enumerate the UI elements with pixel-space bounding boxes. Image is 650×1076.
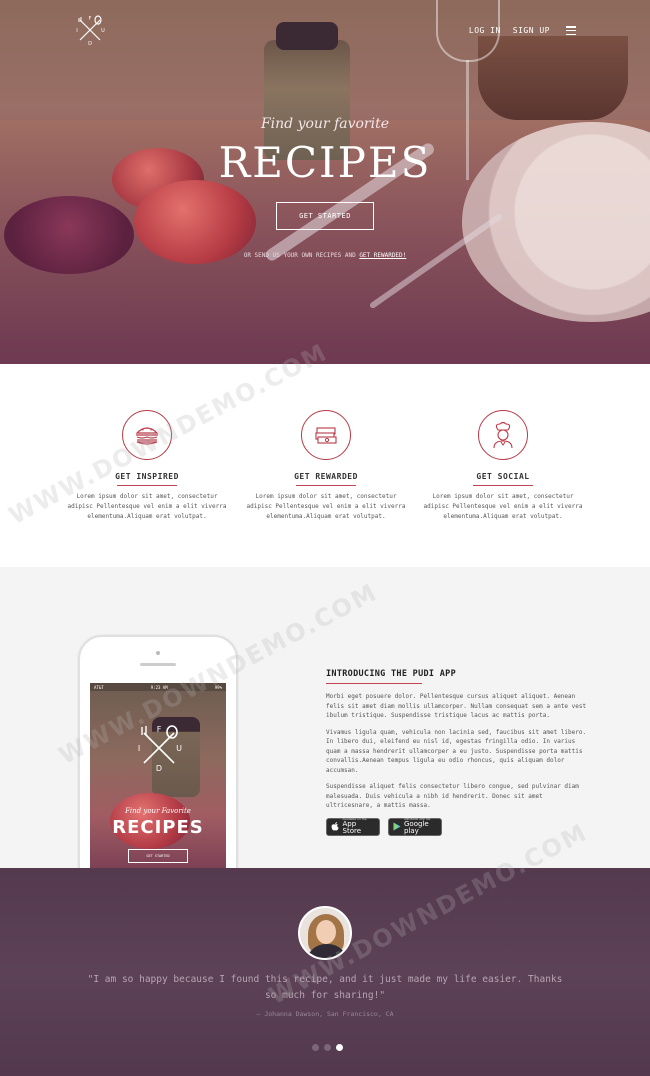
app-store-label: App Store [342, 820, 362, 835]
feature-underline [296, 485, 356, 486]
carousel-dot-1[interactable] [312, 1044, 319, 1051]
app-heading-underline [326, 683, 422, 684]
get-started-button[interactable]: GET STARTED [276, 202, 374, 230]
money-stack-icon [301, 410, 351, 460]
svg-text:F: F [157, 725, 162, 734]
svg-text:F: F [89, 16, 92, 22]
feature-title: GET INSPIRED [115, 472, 179, 481]
carousel-dot-3[interactable] [336, 1044, 343, 1051]
phone-speaker [140, 663, 176, 666]
svg-text:U: U [176, 744, 182, 753]
svg-text:I: I [138, 744, 140, 753]
site-logo[interactable]: F I U D [74, 14, 106, 46]
feature-title: GET REWARDED [294, 472, 358, 481]
phone-carrier: AT&T [94, 685, 104, 690]
hero-title: RECIPES [218, 138, 432, 187]
avatar [298, 906, 352, 960]
svg-text:D: D [156, 764, 162, 773]
google-play-label: Google play [404, 820, 429, 835]
phone-time: 9:23 AM [150, 685, 168, 690]
svg-text:U: U [101, 28, 105, 34]
hero-subtitle: Find your favorite [260, 116, 390, 132]
app-heading: INTRODUCING THE PUDI APP [326, 669, 457, 679]
google-play-icon [393, 822, 401, 831]
phone-mockup: AT&T 9:23 AM 99% F I U D Find your Favor… [78, 635, 238, 868]
store-badges: Available on the App Store ANDROID APP O… [326, 817, 590, 836]
hamburger-icon[interactable] [566, 26, 576, 35]
app-section: AT&T 9:23 AM 99% F I U D Find your Favor… [0, 567, 650, 868]
svg-text:D: D [88, 41, 92, 46]
phone-screen: AT&T 9:23 AM 99% F I U D Find your Favor… [90, 683, 226, 868]
top-navigation: LOG IN SIGN UP [469, 26, 576, 35]
app-paragraph: Morbi eget posuere dolor. Pellentesque c… [326, 693, 587, 719]
feature-text: Lorem ipsum dolor sit amet, consectetur … [67, 493, 227, 520]
hero-note-text: OR SEND US YOUR OWN RECIPES AND [243, 252, 360, 259]
feature-get-inspired: GET INSPIRED Lorem ipsum dolor sit amet,… [67, 410, 227, 522]
hero-note: OR SEND US YOUR OWN RECIPES AND GET REWA… [0, 252, 650, 259]
hero-jar-lid-image [276, 22, 338, 50]
phone-battery: 99% [214, 685, 222, 690]
hero-onion-image [4, 196, 134, 274]
hero-bowl-image [478, 36, 628, 120]
feature-title: GET SOCIAL [476, 472, 530, 481]
google-play-badge[interactable]: ANDROID APP ON Google play [388, 817, 442, 836]
phone-status-bar: AT&T 9:23 AM 99% [90, 683, 226, 691]
feature-text: Lorem ipsum dolor sit amet, consectetur … [246, 493, 406, 520]
testimonial-author: — Johanna Dawson, San Francisco, CA [256, 1010, 394, 1018]
phone-title: RECIPES [112, 817, 204, 838]
features-section: GET INSPIRED Lorem ipsum dolor sit amet,… [0, 364, 650, 567]
svg-text:I: I [76, 28, 77, 34]
testimonial-section: "I am so happy because I found this reci… [0, 868, 650, 1076]
carousel-dot-2[interactable] [324, 1044, 331, 1051]
feature-underline [473, 485, 533, 486]
app-description: INTRODUCING THE PUDI APP Morbi eget posu… [326, 669, 590, 836]
hero-section: F I U D LOG IN SIGN UP Find your favorit… [0, 0, 650, 364]
signup-link[interactable]: SIGN UP [513, 26, 550, 35]
feature-get-rewarded: GET REWARDED Lorem ipsum dolor sit amet,… [246, 410, 406, 522]
feature-underline [117, 485, 177, 486]
feature-get-social: GET SOCIAL Lorem ipsum dolor sit amet, c… [423, 410, 583, 522]
testimonial-quote: "I am so happy because I found this reci… [87, 974, 563, 1001]
feature-text: Lorem ipsum dolor sit amet, consectetur … [423, 493, 583, 520]
phone-subtitle: Find your Favorite [125, 807, 191, 815]
app-store-badge[interactable]: Available on the App Store [326, 817, 380, 836]
app-paragraph: Suspendisse aliquet felis consectetur li… [326, 783, 579, 809]
burger-icon [122, 410, 172, 460]
carousel-dots [312, 1044, 343, 1051]
phone-camera [156, 651, 160, 655]
apple-icon [331, 822, 340, 831]
app-paragraph: Vivamus ligula quam, vehicula non lacini… [326, 728, 587, 774]
login-link[interactable]: LOG IN [469, 26, 501, 35]
chef-icon [478, 410, 528, 460]
phone-app-logo: F I U D [138, 725, 182, 773]
get-rewarded-link[interactable]: GET REWARDED! [359, 252, 406, 259]
phone-get-started-button: GET STARTED [128, 849, 188, 863]
